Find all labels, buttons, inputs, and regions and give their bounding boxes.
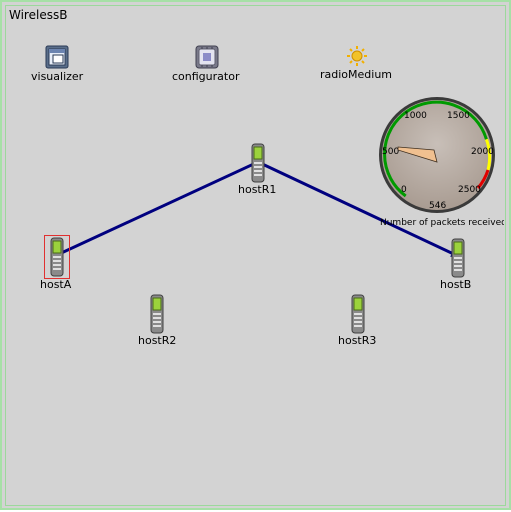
radio-medium-label: radioMedium: [320, 68, 393, 81]
host-b[interactable]: [448, 238, 468, 278]
mobile-phone-icon: [351, 294, 365, 334]
host-a-label: hostA: [40, 278, 72, 291]
configurator-chip-icon: [195, 45, 219, 69]
configurator-module[interactable]: [195, 45, 219, 69]
mobile-phone-icon: [50, 237, 64, 277]
host-b-label: hostB: [440, 278, 472, 291]
gauge-tick-500: 500: [382, 147, 399, 157]
sun-radio-icon: [347, 46, 367, 66]
gauge-title: Number of packets received: [380, 218, 504, 228]
visualizer-module[interactable]: [45, 45, 69, 69]
gauge-tick-0: 0: [401, 185, 407, 195]
mobile-phone-icon: [150, 294, 164, 334]
host-r1[interactable]: [248, 143, 268, 183]
host-r2[interactable]: [147, 294, 167, 334]
gauge-value: 546: [429, 201, 446, 211]
gauge-tick-2500: 2500: [458, 185, 481, 195]
gauge-tick-1500: 1500: [447, 111, 470, 121]
visualizer-window-icon: [45, 45, 69, 69]
host-r2-label: hostR2: [138, 334, 177, 347]
packets-received-gauge: 1000 1500 500 2000 0 2500 546 Number of …: [379, 97, 504, 228]
radio-medium-module[interactable]: [346, 45, 368, 67]
host-a[interactable]: [44, 235, 70, 279]
mobile-phone-icon: [451, 238, 465, 278]
mobile-phone-icon: [251, 143, 265, 183]
gauge-tick-2000: 2000: [471, 147, 494, 157]
host-r3-label: hostR3: [338, 334, 377, 347]
host-r1-label: hostR1: [238, 183, 277, 196]
route-segment-hostA-hostR1: [56, 160, 259, 257]
network-canvas[interactable]: WirelessB visualizer configurator radioM…: [0, 0, 511, 510]
visualizer-label: visualizer: [31, 70, 84, 83]
host-r3[interactable]: [348, 294, 368, 334]
gauge-tick-1000: 1000: [404, 111, 427, 121]
configurator-label: configurator: [172, 70, 240, 83]
